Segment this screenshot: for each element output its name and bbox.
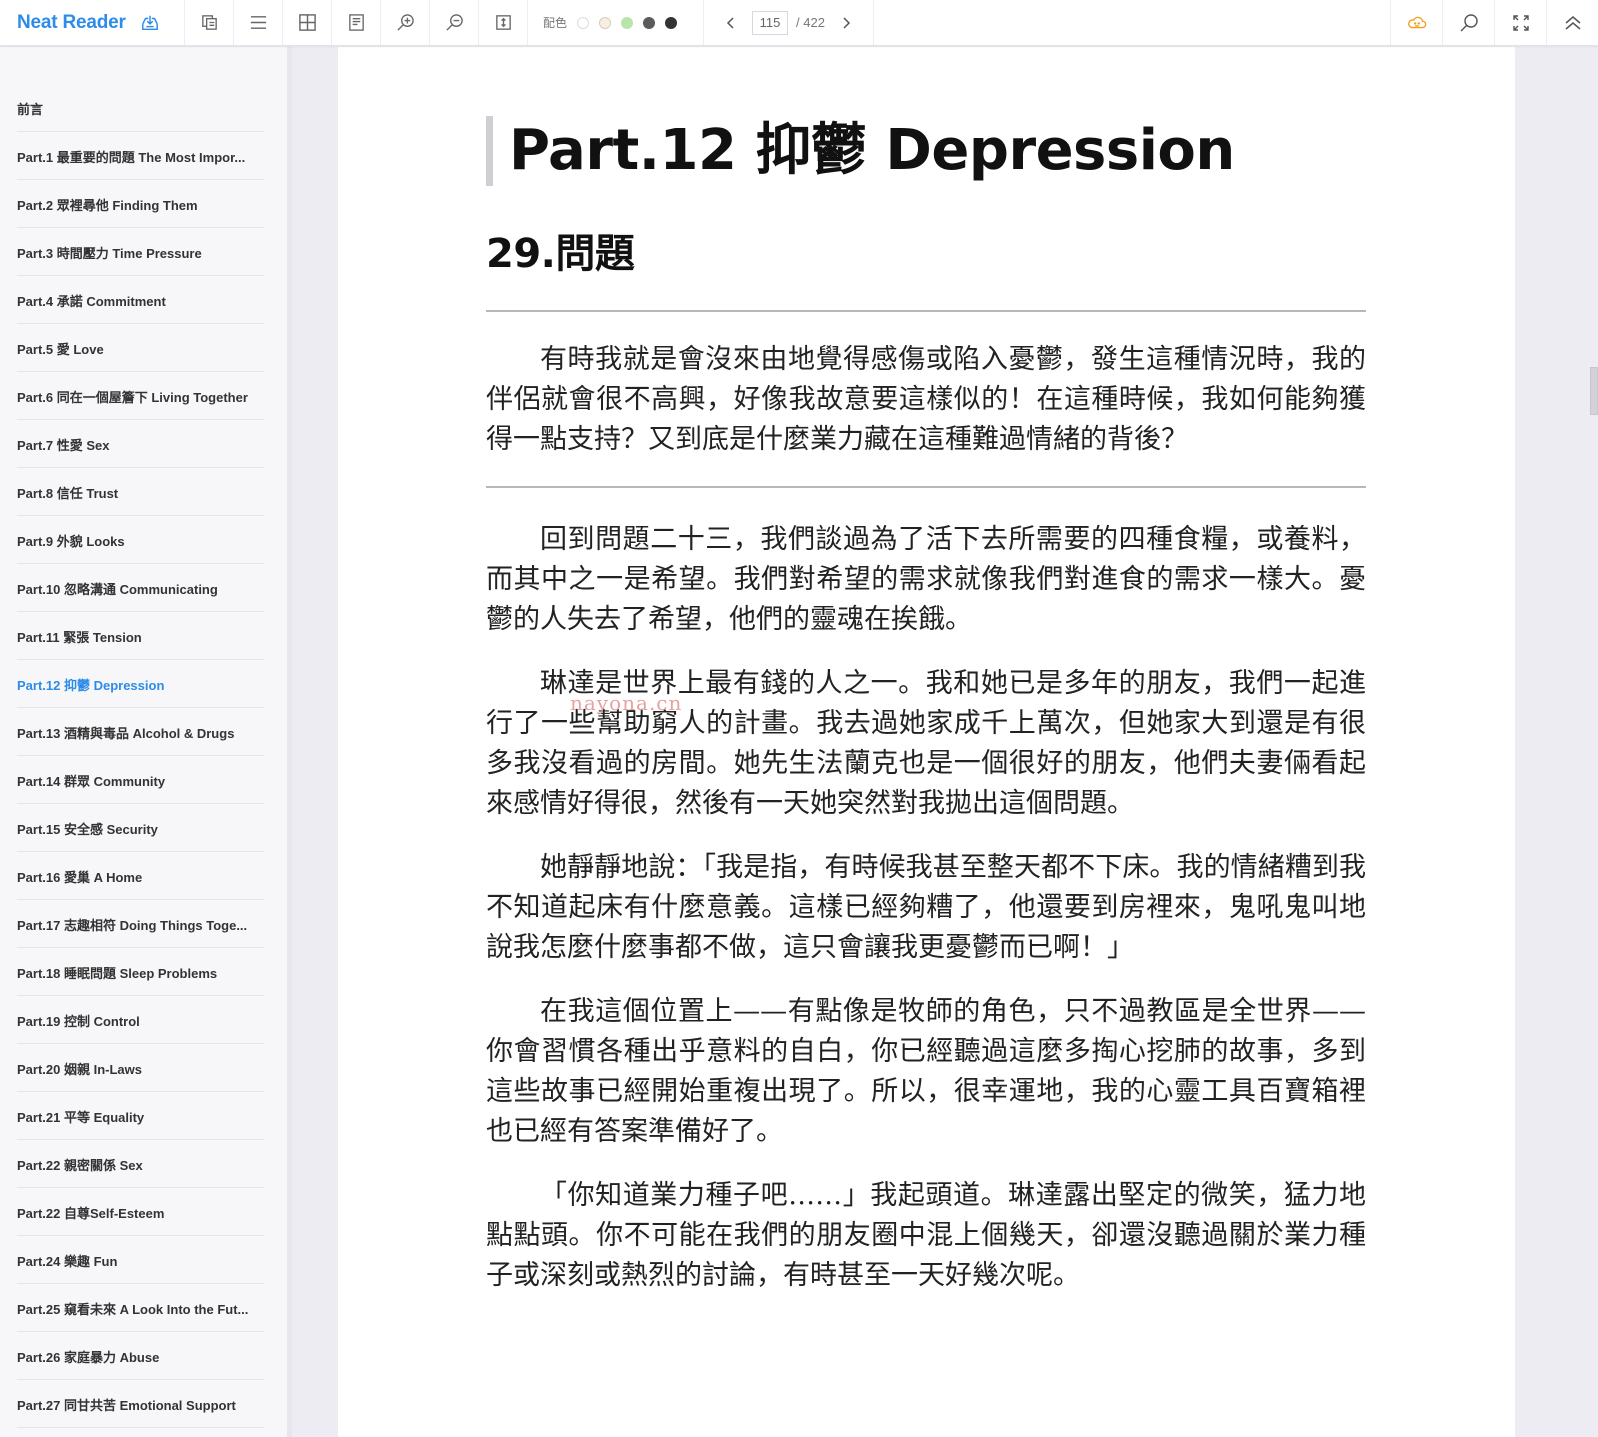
toc-item[interactable]: Part.22 親密關係 Sex [17, 1140, 264, 1188]
zoom-out-icon [445, 14, 463, 31]
toc-item[interactable]: Part.7 性愛 Sex [17, 420, 264, 468]
toc-item[interactable]: Part.12 抑鬱 Depression [17, 660, 264, 708]
next-page-icon[interactable] [839, 16, 853, 30]
body-paragraph: 在我這個位置上——有點像是牧師的角色，只不過教區是全世界——你會習慣各種出乎意料… [486, 996, 1366, 1147]
layout-button[interactable] [283, 0, 332, 45]
toc-item[interactable]: Part.21 平等 Equality [17, 1092, 264, 1140]
swatch-dark[interactable] [665, 16, 678, 29]
toolbar: Neat Reader 配色 115 / 422 [0, 0, 1598, 46]
cloud-sync-button[interactable] [1390, 0, 1442, 45]
toc-item[interactable]: Part.19 控制 Control [17, 996, 264, 1044]
toc-item[interactable]: 前言 [17, 85, 264, 132]
toc-item[interactable]: Part.4 承諾 Commitment [17, 276, 264, 324]
scrollbar-thumb[interactable] [1590, 367, 1598, 415]
body-paragraph: 琳達是世界上最有錢的人之一。我和她已是多年的朋友，我們一起進行了一些幫助窮人的計… [486, 668, 1366, 819]
toc-item[interactable]: Part.5 愛 Love [17, 324, 264, 372]
collapse-up-icon [1565, 15, 1580, 30]
save-icon[interactable] [141, 14, 159, 32]
toc-item[interactable]: Part.6 同在一個屋簷下 Living Together [17, 372, 264, 420]
toc-item[interactable]: Part.3 時間壓力 Time Pressure [17, 228, 264, 276]
cloud-sync-icon [1407, 16, 1426, 28]
toc-item[interactable]: Part.11 緊張 Tension [17, 612, 264, 660]
grid-icon [298, 14, 316, 31]
note-icon [348, 14, 364, 31]
fit-height-icon [495, 15, 511, 30]
left-gutter [292, 47, 338, 1437]
swatch-white[interactable] [577, 16, 590, 29]
question-paragraph: 有時我就是會沒來由地覺得感傷或陷入憂鬱，發生這種情況時，我的伴侶就會很不高興，好… [486, 344, 1366, 455]
copy-button[interactable] [185, 0, 234, 45]
zoom-out-button[interactable] [430, 0, 479, 45]
toc-item[interactable]: Part.10 忽略溝通 Communicating [17, 564, 264, 612]
toc-item[interactable]: Part.26 家庭暴力 Abuse [17, 1332, 264, 1380]
swatch-gray[interactable] [643, 16, 656, 29]
search-icon [1460, 13, 1478, 31]
body-paragraph: 回到問題二十三，我們談過為了活下去所需要的四種食糧，或養料，而其中之一是希望。我… [486, 524, 1366, 635]
divider-top [486, 310, 1366, 312]
fullscreen-icon [1512, 14, 1529, 31]
toc-item[interactable]: Part.22 自尊Self-Esteem [17, 1188, 264, 1236]
toc-item[interactable]: Part.18 睡眠問題 Sleep Problems [17, 948, 264, 996]
page-content: Part.12 抑鬱 Depression 29.問題 有時我就是會沒來由地覺得… [486, 47, 1366, 1296]
notes-button[interactable] [332, 0, 381, 45]
divider-bottom [486, 486, 1366, 488]
right-gutter [1515, 47, 1598, 1437]
toc-item[interactable]: Part.2 眾裡尋他 Finding Them [17, 180, 264, 228]
page-number-input[interactable]: 115 [752, 10, 789, 35]
swatch-sepia[interactable] [599, 16, 612, 29]
pager: 115 / 422 [704, 0, 874, 45]
watermark: nayona.cn [570, 691, 683, 715]
section-title: 29.問題 [486, 231, 635, 277]
toc-item[interactable]: Part.14 群眾 Community [17, 756, 264, 804]
zoom-in-button[interactable] [381, 0, 430, 45]
toc-item[interactable]: Part.8 信任 Trust [17, 468, 264, 516]
fit-button[interactable] [479, 0, 528, 45]
brand: Neat Reader [0, 0, 185, 45]
toc-item[interactable]: Part.24 樂趣 Fun [17, 1236, 264, 1284]
search-button[interactable] [1442, 0, 1494, 45]
menu-icon [250, 16, 266, 29]
toc-item[interactable]: Part.9 外貌 Looks [17, 516, 264, 564]
toc-item[interactable]: Part.15 安全感 Security [17, 804, 264, 852]
toc-item[interactable]: Part.25 窺看未來 A Look Into the Fut... [17, 1284, 264, 1332]
toc-item[interactable]: Part.17 志趣相符 Doing Things Toge... [17, 900, 264, 948]
prev-page-icon[interactable] [724, 16, 738, 30]
toc-item[interactable]: Part.27 同甘共苦 Emotional Support [17, 1380, 264, 1428]
part-title: Part.12 抑鬱 Depression [486, 116, 1366, 186]
toc-button[interactable] [234, 0, 283, 45]
toc-item[interactable]: Part.16 愛巢 A Home [17, 852, 264, 900]
toc-item[interactable]: Part.1 最重要的問題 The Most Impor... [17, 132, 264, 180]
toc-item[interactable]: Part.20 姻親 In-Laws [17, 1044, 264, 1092]
palette-label: 配色 [543, 16, 568, 30]
zoom-in-icon [396, 14, 414, 31]
toc-sidebar: 前言 Part.1 最重要的問題 The Most Impor... Part.2 … [0, 47, 292, 1437]
toc-list: 前言 Part.1 最重要的問題 The Most Impor... Part.2 … [0, 47, 287, 1428]
body-paragraph: 「你知道業力種子吧……」我起頭道。琳達露出堅定的微笑，猛力地點點頭。你不可能在我… [486, 1180, 1366, 1291]
toc-item[interactable]: Part.13 酒精與毒品 Alcohol & Drugs [17, 708, 264, 756]
collapse-toolbar-button[interactable] [1546, 0, 1598, 45]
reading-page: Part.12 抑鬱 Depression 29.問題 有時我就是會沒來由地覺得… [338, 47, 1515, 1437]
body-paragraph: 她靜靜地說：「我是指，有時候我甚至整天都不下床。我的情緒糟到我不知道起床有什麼意… [486, 852, 1366, 963]
fullscreen-button[interactable] [1494, 0, 1546, 45]
swatch-green[interactable] [621, 16, 634, 29]
color-palette: 配色 [528, 0, 705, 45]
page-total: / 422 [796, 15, 825, 30]
app-name: Neat Reader [17, 11, 126, 33]
copy-icon [201, 15, 217, 30]
